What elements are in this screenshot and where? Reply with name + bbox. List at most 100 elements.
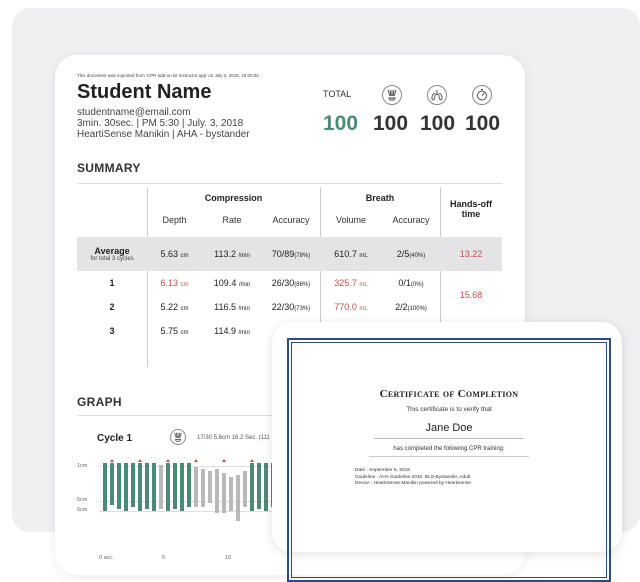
accuracy-header: Accuracy: [272, 215, 310, 225]
row-label: 1: [109, 278, 115, 288]
average-label-cell: Average for total 3 cycles: [77, 237, 147, 271]
x-label: 5: [162, 555, 166, 561]
compression-bar: [117, 463, 121, 509]
compression-bar: [187, 463, 191, 507]
depth-warning-marker: [250, 459, 254, 462]
compression-hands-icon: [170, 429, 186, 445]
y-label: 6cm: [77, 507, 88, 513]
compression-bar: [250, 463, 254, 511]
compression-score: 100: [373, 112, 409, 135]
row-depth: 5.75 cm: [160, 326, 189, 336]
row-rate: 109.4 /min: [213, 278, 251, 288]
x-label: 0 sec.: [99, 555, 114, 561]
cycle-label: Cycle 1: [97, 433, 133, 444]
row-volume: 325.7 mL: [334, 278, 368, 288]
compression-bar: [208, 471, 212, 503]
average-breath-accuracy: 2/5(40%): [396, 249, 426, 259]
table-row: 1 6.13 cm 109.4 /min 26/30(86%) 325.7 mL…: [77, 271, 502, 300]
row-label: 2: [109, 302, 115, 312]
compression-bar: [222, 473, 226, 513]
compression-bar: [229, 477, 233, 511]
compression-bar: [124, 463, 128, 511]
certificate-subtitle: This certificate is to verify that: [406, 406, 492, 413]
average-label: Average: [94, 246, 130, 256]
compression-bar: [110, 463, 114, 505]
summary-rule: [77, 183, 502, 184]
compression-header: Compression: [204, 193, 263, 203]
y-label: 5cm: [77, 497, 88, 503]
average-depth: 5.63 cm: [160, 249, 189, 259]
timing-score: 100: [465, 112, 501, 135]
stopwatch-icon: [472, 85, 492, 105]
depth-warning-marker: [166, 459, 170, 462]
certificate-frame: Certificate of Completion This certifica…: [287, 338, 611, 582]
table-row: 2 5.22 cm 116.5 /min 22/30(73%) 770.0 mL…: [77, 295, 502, 319]
compression-bar: [131, 463, 135, 507]
row-accuracy: 26/30(86%): [271, 278, 311, 288]
summary-table: Compression Breath Hands-off time Depth …: [77, 187, 502, 343]
compression-bar: [194, 467, 198, 507]
student-info: studentname@email.com 3min. 30sec. | PM …: [77, 107, 250, 140]
y-label: 1cm: [77, 463, 88, 469]
total-score: 100: [323, 112, 359, 135]
name-underline: [374, 438, 524, 439]
export-note: This document was exported from 'CPR add…: [77, 73, 259, 78]
certificate-title: Certificate of Completion: [379, 388, 519, 400]
compression-bar: [152, 463, 156, 511]
compression-bar: [173, 463, 177, 509]
compression-bar: [159, 465, 163, 509]
compression-bar: [166, 463, 170, 511]
average-hands-off: 13.22: [459, 249, 483, 259]
certificate-details: Date : September 6, 2018 Guideline : AHA…: [355, 468, 471, 488]
breath-score: 100: [420, 112, 456, 135]
certificate-inner-frame: [291, 342, 607, 578]
student-name: Student Name: [77, 81, 212, 103]
compression-bar: [138, 463, 142, 511]
row-accuracy: 22/30(73%): [271, 302, 311, 312]
x-label: 10: [225, 555, 232, 561]
compression-bar: [243, 471, 247, 507]
compression-bar: [201, 469, 205, 507]
depth-warning-marker: [138, 459, 142, 462]
compression-bar: [257, 463, 261, 509]
certificate-completed: has completed the following CPR training…: [393, 446, 505, 452]
completed-underline: [369, 456, 529, 457]
row-breath-accuracy: 0/1(0%): [398, 278, 424, 288]
average-rate: 113.2 /min: [214, 249, 250, 259]
depth-warning-marker: [222, 459, 226, 462]
breath-header: Breath: [365, 193, 395, 203]
certificate-name: Jane Doe: [425, 422, 473, 434]
row-volume: 770.0 mL: [334, 302, 368, 312]
device-info: HeartiSense Manikin | AHA - bystander: [77, 129, 250, 140]
summary-title: SUMMARY: [77, 161, 141, 175]
depth-warning-marker: [194, 459, 198, 462]
row-breath-accuracy: 2/2(100%): [395, 302, 427, 312]
average-row: Average for total 3 cycles 5.63 cm 113.2…: [77, 237, 502, 271]
hands-off-1-2: 15.68: [459, 290, 483, 300]
compression-bar: [264, 463, 268, 511]
row-depth: 6.13 cm: [160, 278, 189, 288]
compression-hands-icon: [382, 85, 402, 105]
row-depth: 5.22 cm: [160, 302, 189, 312]
compression-bar: [103, 463, 107, 511]
volume-header: Volume: [335, 215, 367, 225]
student-email: studentname@email.com: [77, 107, 191, 118]
row-rate: 114.9 /min: [214, 326, 250, 336]
compression-bar: [180, 463, 184, 511]
depth-header: Depth: [162, 215, 187, 225]
graph-title: GRAPH: [77, 395, 122, 409]
session-info: 3min. 30sec. | PM 5:30 | July. 3, 2018: [77, 118, 244, 129]
average-sublabel: for total 3 cycles: [90, 256, 134, 262]
compression-bar: [215, 469, 219, 513]
compression-bar: [236, 475, 240, 521]
cycle-stats: 17/30 5.6cm 16.2 Sec. (111: [197, 435, 270, 441]
average-accuracy: 70/89(78%): [271, 249, 311, 259]
certificate-device: Device : HeartiSense Manikin powered by …: [355, 481, 471, 486]
hands-off-header: Hands-off time: [450, 199, 492, 219]
average-volume: 610.7 mL: [334, 249, 368, 259]
compression-bar: [145, 463, 149, 509]
lungs-icon: [427, 85, 447, 105]
row-label: 3: [109, 326, 115, 336]
total-label: TOTAL: [323, 89, 352, 99]
row-rate: 116.5 /min: [214, 302, 250, 312]
